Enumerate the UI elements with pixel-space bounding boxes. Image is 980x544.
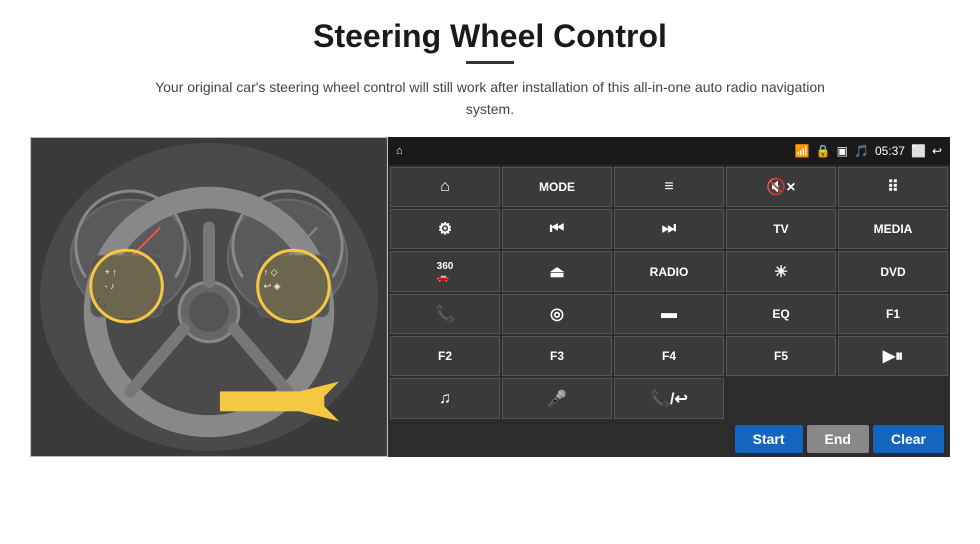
time-display: 05:37 xyxy=(875,144,905,158)
status-right: 📶 🔒 ▣ 🎵 05:37 ⬜ ↩ xyxy=(795,144,942,158)
page-title: Steering Wheel Control xyxy=(313,18,667,55)
btn-grid[interactable]: ⠿ xyxy=(838,167,948,207)
btn-mode[interactable]: MODE xyxy=(502,167,612,207)
btn-mute[interactable]: 🔇× xyxy=(726,167,836,207)
page-subtitle: Your original car's steering wheel contr… xyxy=(140,76,840,121)
lock-icon: 🔒 xyxy=(816,144,831,158)
bottom-bar: Start End Clear xyxy=(388,421,950,457)
title-divider xyxy=(466,61,514,64)
page-wrapper: Steering Wheel Control Your original car… xyxy=(0,0,980,544)
btn-settings[interactable]: ⚙ xyxy=(390,209,500,249)
btn-nav[interactable]: ◎ xyxy=(502,294,612,334)
btn-brightness[interactable]: ☀ xyxy=(726,251,836,291)
btn-phonecall[interactable]: 📞/↩ xyxy=(614,378,724,418)
status-left: ⌂ xyxy=(396,145,403,157)
btn-prev[interactable]: ⏮ xyxy=(502,209,612,249)
content-row: + ↑ - ♪ 📞 ↑ ◇ ↩ ◈ ⌂ xyxy=(30,137,950,457)
btn-f1[interactable]: F1 xyxy=(838,294,948,334)
btn-phone[interactable]: 📞 xyxy=(390,294,500,334)
btn-mic[interactable]: 🎤 xyxy=(502,378,612,418)
btn-playpause[interactable]: ▶⏸ xyxy=(838,336,948,376)
btn-home[interactable]: ⌂ xyxy=(390,167,500,207)
btn-next[interactable]: ⏭ xyxy=(614,209,724,249)
start-button[interactable]: Start xyxy=(735,425,803,453)
btn-f3[interactable]: F3 xyxy=(502,336,612,376)
btn-tv[interactable]: TV xyxy=(726,209,836,249)
btn-media[interactable]: MEDIA xyxy=(838,209,948,249)
back-icon: ↩ xyxy=(932,144,942,158)
btn-list[interactable]: ≡ xyxy=(614,167,724,207)
btn-music[interactable]: ♫ xyxy=(390,378,500,418)
status-bar: ⌂ 📶 🔒 ▣ 🎵 05:37 ⬜ ↩ xyxy=(388,137,950,165)
btn-f5[interactable]: F5 xyxy=(726,336,836,376)
wifi-icon: 📶 xyxy=(795,144,810,158)
btn-f4[interactable]: F4 xyxy=(614,336,724,376)
bt-icon: 🎵 xyxy=(854,144,869,158)
btn-eq[interactable]: EQ xyxy=(726,294,836,334)
btn-eject[interactable]: ⏏ xyxy=(502,251,612,291)
btn-360[interactable]: 360🚗 xyxy=(390,251,500,291)
control-panel: ⌂ 📶 🔒 ▣ 🎵 05:37 ⬜ ↩ ⌂ MODE ≡ 🔇× xyxy=(388,137,950,457)
btn-f2[interactable]: F2 xyxy=(390,336,500,376)
end-button[interactable]: End xyxy=(807,425,869,453)
btn-dvd[interactable]: DVD xyxy=(838,251,948,291)
button-grid: ⌂ MODE ≡ 🔇× ⠿ ⚙ ⏮ ⏭ TV MEDIA 360🚗 ⏏ RADI… xyxy=(388,165,950,421)
btn-radio[interactable]: RADIO xyxy=(614,251,724,291)
home-status-icon: ⌂ xyxy=(396,145,403,157)
btn-rect[interactable]: ▬ xyxy=(614,294,724,334)
steering-wheel-image: + ↑ - ♪ 📞 ↑ ◇ ↩ ◈ xyxy=(30,137,388,457)
sim-icon: ▣ xyxy=(837,144,848,158)
clear-button[interactable]: Clear xyxy=(873,425,944,453)
cast-icon: ⬜ xyxy=(911,144,926,158)
